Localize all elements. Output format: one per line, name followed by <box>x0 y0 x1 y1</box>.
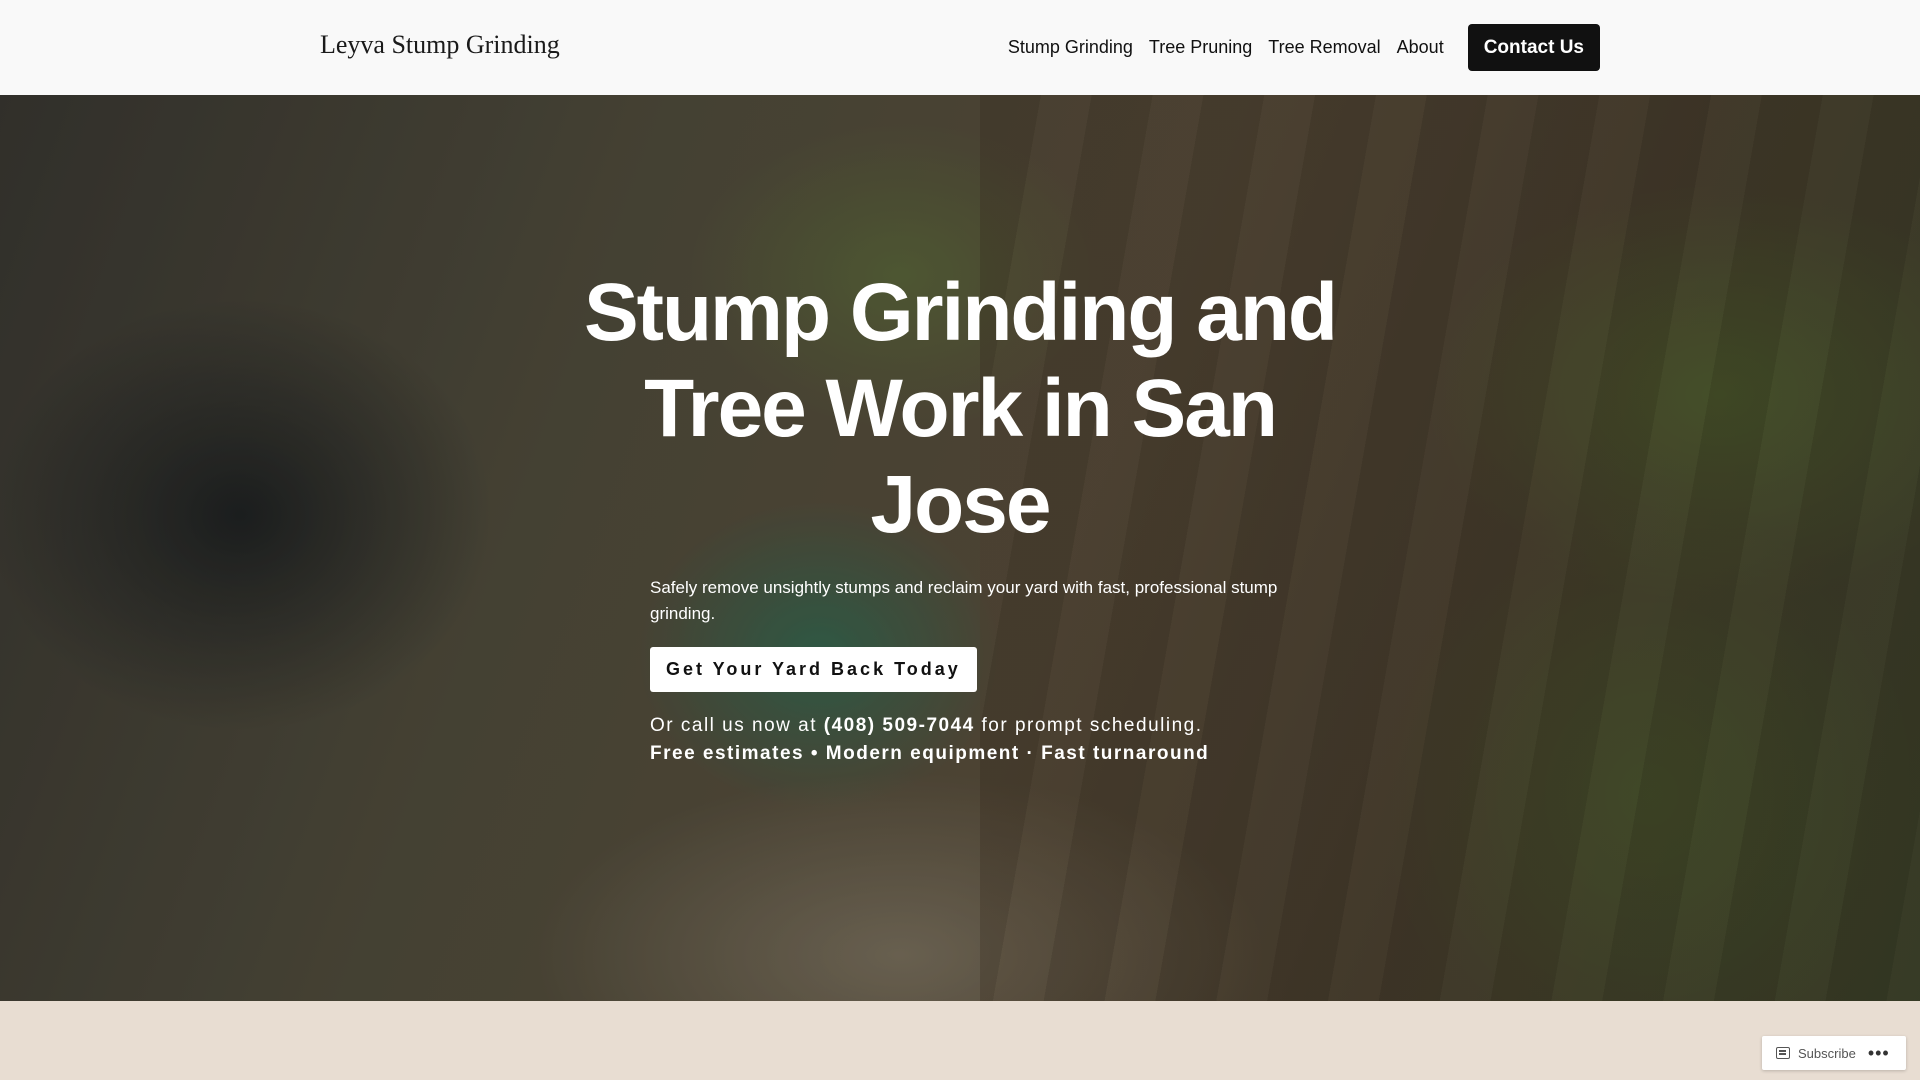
nav-item-about[interactable]: About <box>1397 37 1444 58</box>
nav-item-tree-pruning[interactable]: Tree Pruning <box>1149 37 1252 58</box>
site-header: Leyva Stump Grinding Stump Grinding Tree… <box>0 0 1920 95</box>
subscribe-button[interactable]: Subscribe <box>1762 1046 1856 1061</box>
get-your-yard-back-button[interactable]: Get Your Yard Back Today <box>650 647 977 692</box>
hero-subtitle: Safely remove unsightly stumps and recla… <box>650 578 1278 623</box>
hero-content: Stump Grinding and Tree Work in San Jose… <box>0 95 1920 1001</box>
hero-title: Stump Grinding and Tree Work in San Jose <box>583 267 1338 550</box>
features-line: Free estimates • Modern equipment · Fast… <box>650 743 1210 764</box>
hero-section: Stump Grinding and Tree Work in San Jose… <box>0 95 1920 1001</box>
contact-us-button[interactable]: Contact Us <box>1467 24 1600 71</box>
phone-number[interactable]: (408) 509-7044 <box>824 715 975 736</box>
next-section <box>0 1001 1920 1080</box>
call-suffix: for prompt scheduling. <box>981 715 1203 736</box>
site-title[interactable]: Leyva Stump Grinding <box>320 30 560 60</box>
nav-item-stump-grinding[interactable]: Stump Grinding <box>1008 37 1133 58</box>
main-nav: Stump Grinding Tree Pruning Tree Removal… <box>1008 24 1600 71</box>
call-prefix: Or call us now at <box>650 715 817 736</box>
nav-item-tree-removal[interactable]: Tree Removal <box>1268 37 1380 58</box>
more-options-icon[interactable]: ••• <box>1868 1044 1890 1062</box>
reader-icon <box>1776 1047 1790 1059</box>
subscribe-label: Subscribe <box>1798 1045 1856 1061</box>
call-line: Or call us now at (408) 509-7044 for pro… <box>650 715 1203 737</box>
subscribe-bar: Subscribe ••• <box>1762 1036 1906 1070</box>
